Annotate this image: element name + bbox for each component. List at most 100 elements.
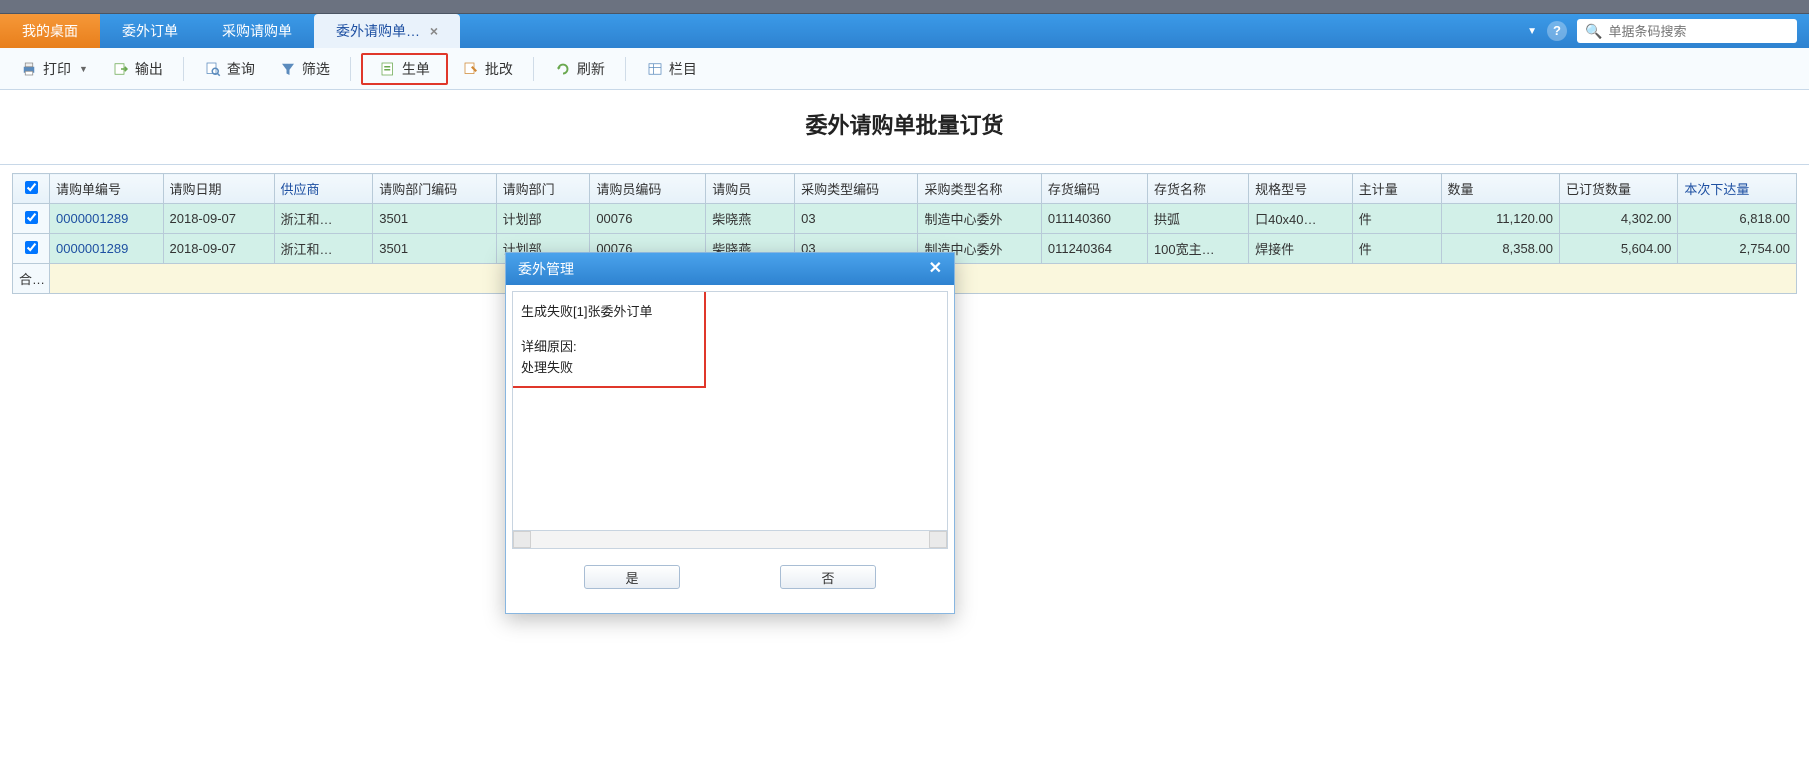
cell-ordered-qty: 4,302.00 bbox=[1559, 204, 1677, 234]
tab-active-label: 委外请购单… bbox=[336, 23, 420, 39]
yes-button[interactable]: 是 bbox=[584, 565, 680, 589]
columns-label: 栏目 bbox=[669, 59, 697, 79]
tab-purchase-request[interactable]: 采购请购单 bbox=[200, 14, 314, 48]
print-icon bbox=[20, 60, 38, 78]
col-req-date[interactable]: 请购日期 bbox=[163, 174, 274, 204]
barcode-search-input[interactable] bbox=[1608, 24, 1789, 39]
tab-bar: 我的桌面 委外订单 采购请购单 委外请购单… × ▼ ? 🔍 bbox=[0, 14, 1809, 48]
page-title: 委外请购单批量订货 bbox=[0, 90, 1809, 165]
dialog-message-box[interactable]: 生成失败[1]张委外订单 详细原因: 处理失败 bbox=[512, 291, 948, 531]
cell-ptype-code: 03 bbox=[795, 204, 918, 234]
cell-spec: 焊接件 bbox=[1249, 234, 1353, 264]
sum-label: 合计 bbox=[13, 264, 50, 294]
search-icon: 🔍 bbox=[1585, 23, 1602, 40]
col-supplier[interactable]: 供应商 bbox=[274, 174, 373, 204]
cell-ptype-name: 制造中心委外 bbox=[918, 204, 1041, 234]
print-button[interactable]: 打印 ▼ bbox=[10, 55, 98, 83]
cell-uom: 件 bbox=[1352, 204, 1441, 234]
grid-header-row: 请购单编号 请购日期 供应商 请购部门编码 请购部门 请购员编码 请购员 采购类… bbox=[13, 174, 1797, 204]
cell-inv-name: 100宽主… bbox=[1147, 234, 1248, 264]
col-main-uom[interactable]: 主计量 bbox=[1352, 174, 1441, 204]
cell-dept-code: 3501 bbox=[373, 234, 496, 264]
col-inv-code[interactable]: 存货编码 bbox=[1041, 174, 1147, 204]
toolbar-separator bbox=[625, 57, 626, 81]
generate-button[interactable]: 生单 bbox=[361, 53, 448, 85]
toolbar-separator bbox=[533, 57, 534, 81]
toolbar-separator bbox=[350, 57, 351, 81]
col-purchase-type-code[interactable]: 采购类型编码 bbox=[795, 174, 918, 204]
cell-supplier: 浙江和… bbox=[274, 204, 373, 234]
tab-outsource-request-active[interactable]: 委外请购单… × bbox=[314, 14, 460, 48]
barcode-search[interactable]: 🔍 bbox=[1577, 19, 1797, 43]
dialog-horizontal-scrollbar[interactable] bbox=[512, 531, 948, 549]
col-purchase-type-name[interactable]: 采购类型名称 bbox=[918, 174, 1041, 204]
filter-label: 筛选 bbox=[302, 59, 330, 79]
filter-button[interactable]: 筛选 bbox=[269, 55, 340, 83]
query-button[interactable]: 查询 bbox=[194, 55, 265, 83]
tab-close-icon[interactable]: × bbox=[430, 23, 438, 39]
cell-inv-name: 拱弧 bbox=[1147, 204, 1248, 234]
cell-req-date: 2018-09-07 bbox=[163, 234, 274, 264]
dialog-title: 委外管理 bbox=[518, 253, 574, 285]
cell-qty: 11,120.00 bbox=[1441, 204, 1559, 234]
print-label: 打印 bbox=[43, 59, 71, 79]
toolbar: 打印 ▼ 输出 查询 筛选 生单 批改 刷新 bbox=[0, 48, 1809, 90]
row-checkbox[interactable] bbox=[25, 241, 38, 254]
cell-buyer: 柴晓燕 bbox=[706, 204, 795, 234]
cell-req-no: 0000001289 bbox=[50, 234, 164, 264]
dialog-line3: 处理失败 bbox=[521, 358, 939, 379]
close-icon[interactable]: ✕ bbox=[929, 253, 942, 285]
cell-issue-qty: 2,754.00 bbox=[1678, 234, 1797, 264]
batch-edit-label: 批改 bbox=[485, 59, 513, 79]
header-checkbox-cell[interactable] bbox=[13, 174, 50, 204]
refresh-label: 刷新 bbox=[577, 59, 605, 79]
col-inv-name[interactable]: 存货名称 bbox=[1147, 174, 1248, 204]
export-icon bbox=[112, 60, 130, 78]
generate-icon bbox=[379, 60, 397, 78]
dialog-line2: 详细原因: bbox=[521, 337, 939, 358]
col-ordered-qty[interactable]: 已订货数量 bbox=[1559, 174, 1677, 204]
col-spec[interactable]: 规格型号 bbox=[1249, 174, 1353, 204]
table-row[interactable]: 0000001289 2018-09-07 浙江和… 3501 计划部 0007… bbox=[13, 204, 1797, 234]
dialog-titlebar[interactable]: 委外管理 ✕ bbox=[506, 253, 954, 285]
cell-inv-code: 011140360 bbox=[1041, 204, 1147, 234]
dialog-button-row: 是 否 bbox=[512, 549, 948, 607]
app-title-bar bbox=[0, 0, 1809, 14]
col-dept[interactable]: 请购部门 bbox=[496, 174, 590, 204]
cell-qty: 8,358.00 bbox=[1441, 234, 1559, 264]
refresh-icon bbox=[554, 60, 572, 78]
cell-uom: 件 bbox=[1352, 234, 1441, 264]
dialog-line1: 生成失败[1]张委外订单 bbox=[521, 302, 939, 323]
col-req-no[interactable]: 请购单编号 bbox=[50, 174, 164, 204]
export-button[interactable]: 输出 bbox=[102, 55, 173, 83]
col-qty[interactable]: 数量 bbox=[1441, 174, 1559, 204]
batch-edit-button[interactable]: 批改 bbox=[452, 55, 523, 83]
no-button[interactable]: 否 bbox=[780, 565, 876, 589]
cell-ordered-qty: 5,604.00 bbox=[1559, 234, 1677, 264]
query-icon bbox=[204, 60, 222, 78]
columns-button[interactable]: 栏目 bbox=[636, 55, 707, 83]
batch-edit-icon bbox=[462, 60, 480, 78]
cell-supplier: 浙江和… bbox=[274, 234, 373, 264]
tab-desktop[interactable]: 我的桌面 bbox=[0, 14, 100, 48]
help-icon[interactable]: ? bbox=[1547, 21, 1567, 41]
row-checkbox[interactable] bbox=[25, 211, 38, 224]
col-buyer-code[interactable]: 请购员编码 bbox=[590, 174, 706, 204]
refresh-button[interactable]: 刷新 bbox=[544, 55, 615, 83]
export-label: 输出 bbox=[135, 59, 163, 79]
cell-dept-code: 3501 bbox=[373, 204, 496, 234]
select-all-checkbox[interactable] bbox=[25, 181, 38, 194]
col-dept-code[interactable]: 请购部门编码 bbox=[373, 174, 496, 204]
cell-req-no: 0000001289 bbox=[50, 204, 164, 234]
toolbar-separator bbox=[183, 57, 184, 81]
generate-label: 生单 bbox=[402, 59, 430, 79]
tab-outsource-order[interactable]: 委外订单 bbox=[100, 14, 200, 48]
col-this-issue-qty[interactable]: 本次下达量 bbox=[1678, 174, 1797, 204]
cell-spec: 口40x40… bbox=[1249, 204, 1353, 234]
col-buyer[interactable]: 请购员 bbox=[706, 174, 795, 204]
columns-icon bbox=[646, 60, 664, 78]
cell-issue-qty: 6,818.00 bbox=[1678, 204, 1797, 234]
filter-icon bbox=[279, 60, 297, 78]
tabs-dropdown-icon[interactable]: ▼ bbox=[1527, 26, 1537, 37]
chevron-down-icon: ▼ bbox=[79, 64, 88, 74]
